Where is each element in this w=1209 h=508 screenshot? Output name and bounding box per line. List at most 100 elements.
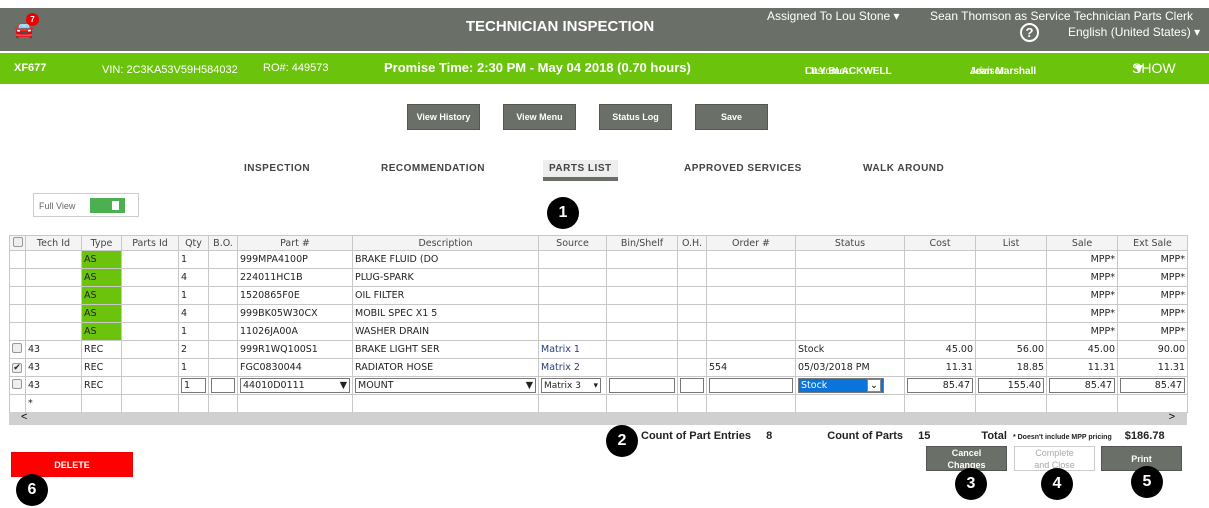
table-row[interactable]: AS 4 999BK05W30CX MOBIL SPEC X1 5 MPP* MPP*	[9, 304, 1188, 323]
cell-status	[795, 286, 905, 305]
cell-tech	[25, 322, 82, 341]
cell-sale: 11.31	[1046, 358, 1118, 377]
promise-time: Promise Time: 2:30 PM - May 04 2018 (0.7…	[384, 60, 691, 75]
list-value: 155.40	[1007, 380, 1041, 391]
order-input[interactable]	[709, 378, 793, 393]
cell-tech: 43	[25, 340, 82, 359]
cost-input[interactable]: 85.47	[907, 378, 973, 393]
column-header: Status	[795, 235, 905, 251]
tab-inspection[interactable]: INSPECTION	[244, 163, 310, 174]
list-input[interactable]: 155.40	[978, 378, 1044, 393]
status-input[interactable]: Stock ⌄	[798, 378, 884, 393]
view-history-button[interactable]: View History	[407, 104, 480, 130]
table-row[interactable]: ✔ 43 REC 1 FGC0830044 RADIATOR HOSE Matrix 2 55…	[9, 358, 1188, 377]
cell	[121, 394, 179, 413]
cancel-changes-button[interactable]: Cancel Changes	[926, 446, 1007, 471]
status-log-button[interactable]: Status Log	[599, 104, 672, 130]
ro-info-bar: XF677 VIN: 2C3KA53V59H584032 RO#: 449573…	[0, 53, 1209, 84]
cell	[1117, 394, 1188, 413]
select-all-checkbox[interactable]	[9, 235, 26, 251]
qty-input[interactable]: 1	[181, 378, 206, 393]
cell	[237, 394, 353, 413]
show-toggle[interactable]: SHOW ▼	[1132, 60, 1176, 76]
cell-type: REC	[81, 376, 122, 395]
cell-order	[706, 376, 796, 395]
new-row[interactable]: *	[9, 394, 1188, 413]
cell-oh	[677, 286, 707, 305]
new-row-marker: *	[25, 394, 82, 413]
cell-desc: BRAKE FLUID (DO	[352, 250, 539, 269]
cell-bo	[208, 268, 238, 287]
cell-bo	[208, 340, 238, 359]
ext-input[interactable]: 85.47	[1120, 378, 1185, 393]
bin-input[interactable]	[609, 378, 675, 393]
scroll-left-icon[interactable]: <	[21, 411, 27, 423]
cell-tech	[25, 268, 82, 287]
cell-parts	[121, 340, 179, 359]
edit-row[interactable]: 43 REC 1 44010D0111 ▼ MOUNT ▼ Matrix 3 ▾ Stock ⌄ 85…	[9, 376, 1188, 395]
cell-list	[975, 250, 1047, 269]
column-header: Tech Id	[25, 235, 82, 251]
cell-qty: 2	[178, 340, 209, 359]
column-header: Sale	[1046, 235, 1118, 251]
scroll-right-icon[interactable]: >	[1169, 411, 1175, 423]
oh-input[interactable]	[680, 378, 704, 393]
row-checkbox[interactable]	[9, 340, 26, 359]
tab-walk-around[interactable]: WALK AROUND	[863, 163, 944, 174]
save-button[interactable]: Save	[695, 104, 768, 130]
marker-3: 3	[955, 468, 987, 500]
language-dropdown[interactable]: English (United States) ▾	[1068, 25, 1200, 39]
full-view-label: Full View	[39, 201, 76, 211]
tab-parts-list[interactable]: PARTS LIST	[543, 160, 618, 181]
row-checkbox	[9, 250, 26, 269]
view-menu-button[interactable]: View Menu	[503, 104, 576, 130]
cell-part: 999BK05W30CX	[237, 304, 353, 323]
cell	[1046, 394, 1118, 413]
table-row[interactable]: AS 1 1520865F0E OIL FILTER MPP* MPP*	[9, 286, 1188, 305]
column-header: Qty	[178, 235, 209, 251]
tab-recommendation[interactable]: RECOMMENDATION	[381, 163, 485, 174]
part-input[interactable]: 44010D0111 ▼	[240, 378, 350, 393]
cell-parts	[121, 250, 179, 269]
table-row[interactable]: 43 REC 2 999R1WQ100S1 BRAKE LIGHT SER Matrix …	[9, 340, 1188, 359]
table-row[interactable]: AS 1 11026JA00A WASHER DRAIN MPP* MPP*	[9, 322, 1188, 341]
cell-sale: 85.47	[1046, 376, 1118, 395]
cell-bo	[208, 286, 238, 305]
full-view-toggle[interactable]: Full View	[33, 193, 139, 217]
cell-desc: PLUG-SPARK	[352, 268, 539, 287]
cell-list: 155.40	[975, 376, 1047, 395]
source-input[interactable]: Matrix 3 ▾	[541, 378, 601, 393]
cell-parts	[121, 358, 179, 377]
cell-ext: 85.47	[1117, 376, 1188, 395]
cell-desc: OIL FILTER	[352, 286, 539, 305]
help-icon[interactable]: ?	[1020, 23, 1039, 42]
cell-qty: 4	[178, 268, 209, 287]
assigned-dropdown[interactable]: Assigned To Lou Stone ▾	[767, 9, 900, 23]
cell-tech	[25, 286, 82, 305]
bo-input[interactable]	[211, 378, 235, 393]
column-header: O.H.	[677, 235, 707, 251]
table-row[interactable]: AS 4 224011HC1B PLUG-SPARK MPP* MPP*	[9, 268, 1188, 287]
table-row[interactable]: AS 1 999MPA4100P BRAKE FLUID (DO MPP* MPP*	[9, 250, 1188, 269]
sale-input[interactable]: 85.47	[1049, 378, 1115, 393]
cell-cost: 11.31	[904, 358, 976, 377]
column-header: Type	[81, 235, 122, 251]
cell-ext: MPP*	[1117, 322, 1188, 341]
horizontal-scrollbar[interactable]: < >	[9, 411, 1187, 425]
desc-input[interactable]: MOUNT ▼	[355, 378, 536, 393]
cell-bin	[606, 286, 678, 305]
parts-label: Count of Parts	[827, 430, 904, 442]
cell-type: AS	[81, 304, 122, 323]
row-checkbox[interactable]	[9, 376, 26, 395]
row-checkbox[interactable]: ✔	[9, 358, 26, 377]
cell-bo	[208, 250, 238, 269]
cell-desc: MOBIL SPEC X1 5	[352, 304, 539, 323]
tab-approved-services[interactable]: APPROVED SERVICES	[684, 163, 802, 174]
cell-cost: 85.47	[904, 376, 976, 395]
toggle-switch[interactable]	[90, 198, 125, 213]
cell	[795, 394, 905, 413]
column-header: Bin/Shelf	[606, 235, 678, 251]
column-header: B.O.	[208, 235, 238, 251]
dropdown-arrow-icon: ▼	[525, 380, 533, 391]
cell-source	[538, 322, 607, 341]
